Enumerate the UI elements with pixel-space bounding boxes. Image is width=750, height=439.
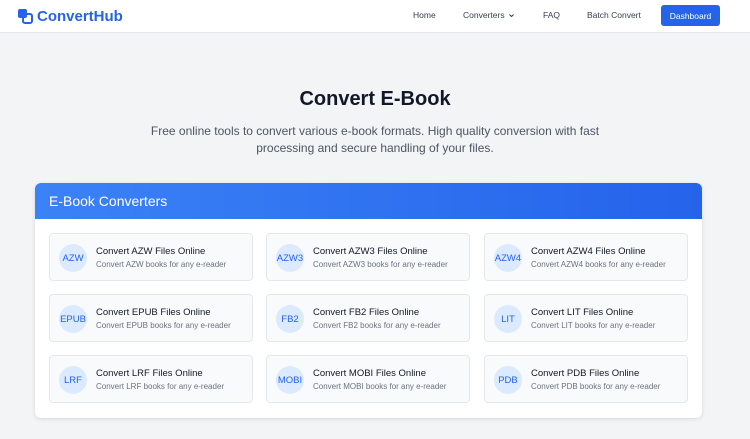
chevron-down-icon: [508, 13, 514, 17]
tile-description: Convert LIT books for any e-reader: [531, 321, 656, 330]
tile-description: Convert LRF books for any e-reader: [96, 382, 225, 391]
nav-batch-convert-link[interactable]: Batch Convert: [587, 10, 641, 20]
azw3-format-icon: AZW3: [276, 244, 304, 272]
converter-tile-lrf[interactable]: LRF Convert LRF Files Online Convert LRF…: [49, 355, 253, 403]
converter-tile-azw[interactable]: AZW Convert AZW Files Online Convert AZW…: [49, 233, 253, 281]
tile-title: Convert AZW3 Files Online: [313, 246, 428, 257]
brand-name: ConvertHub: [37, 7, 123, 25]
page-subtitle: Free online tools to convert various e-b…: [150, 124, 600, 155]
tile-title: Convert MOBI Files Online: [313, 368, 426, 379]
azw4-format-icon: AZW4: [494, 244, 522, 272]
tile-description: Convert PDB books for any e-reader: [531, 382, 661, 391]
tile-title: Convert AZW4 Files Online: [531, 246, 646, 257]
lrf-format-icon: LRF: [59, 366, 87, 394]
page-title: Convert E-Book: [299, 88, 451, 110]
tile-title: Convert PDB Files Online: [531, 368, 640, 379]
lit-format-icon: LIT: [494, 305, 522, 333]
converter-tile-mobi[interactable]: MOBI Convert MOBI Files Online Convert M…: [266, 355, 470, 403]
tile-description: Convert FB2 books for any e-reader: [313, 321, 441, 330]
converter-tile-pdb[interactable]: PDB Convert PDB Files Online Convert PDB…: [484, 355, 688, 403]
tile-title: Convert LIT Files Online: [531, 307, 634, 318]
logo-icon: [18, 9, 33, 24]
nav-converters-dropdown[interactable]: Converters: [463, 10, 515, 20]
converter-tile-fb2[interactable]: FB2 Convert FB2 Files Online Convert FB2…: [266, 294, 470, 342]
converter-tile-azw4[interactable]: AZW4 Convert AZW4 Files Online Convert A…: [484, 233, 688, 281]
section-header: E-Book Converters: [35, 183, 702, 219]
epub-format-icon: EPUB: [59, 305, 87, 333]
tile-description: Convert AZW books for any e-reader: [96, 260, 227, 269]
top-navbar: ConvertHub Home Converters FAQ Batch Con…: [0, 0, 750, 33]
mobi-format-icon: MOBI: [276, 366, 304, 394]
nav-home-link[interactable]: Home: [413, 10, 436, 20]
tile-title: Convert EPUB Files Online: [96, 307, 211, 318]
tile-title: Convert LRF Files Online: [96, 368, 203, 379]
converter-tile-epub[interactable]: EPUB Convert EPUB Files Online Convert E…: [49, 294, 253, 342]
tile-description: Convert AZW4 books for any e-reader: [531, 260, 666, 269]
ebook-converters-card: E-Book Converters AZW Convert AZW Files …: [35, 183, 702, 418]
nav-faq-link[interactable]: FAQ: [543, 10, 560, 20]
fb2-format-icon: FB2: [276, 305, 304, 333]
tile-title: Convert FB2 Files Online: [313, 307, 420, 318]
tile-description: Convert EPUB books for any e-reader: [96, 321, 231, 330]
pdb-format-icon: PDB: [494, 366, 522, 394]
tile-description: Convert MOBI books for any e-reader: [313, 382, 447, 391]
tile-title: Convert AZW Files Online: [96, 246, 206, 257]
brand-logo[interactable]: ConvertHub: [17, 6, 123, 26]
converter-tile-azw3[interactable]: AZW3 Convert AZW3 Files Online Convert A…: [266, 233, 470, 281]
azw-format-icon: AZW: [59, 244, 87, 272]
tile-description: Convert AZW3 books for any e-reader: [313, 260, 448, 269]
dashboard-button[interactable]: Dashboard: [661, 5, 720, 26]
section-title: E-Book Converters: [49, 193, 168, 209]
nav-converters-label: Converters: [463, 10, 505, 20]
converter-tile-lit[interactable]: LIT Convert LIT Files Online Convert LIT…: [484, 294, 688, 342]
